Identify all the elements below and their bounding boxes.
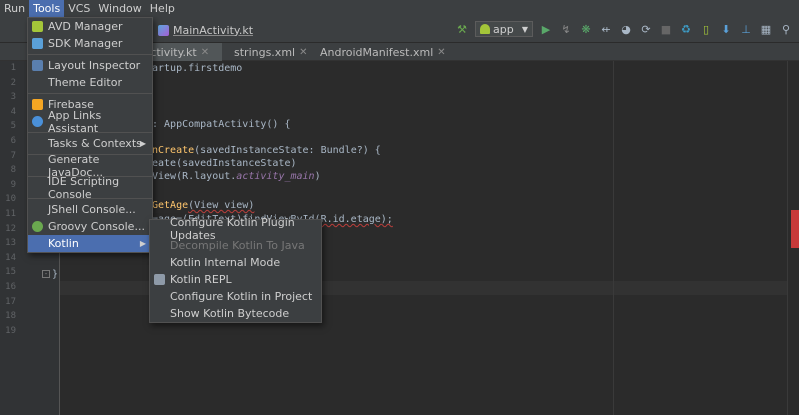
line-number: 13 <box>5 238 16 249</box>
menu-item-jshell-console[interactable]: JShell Console... <box>28 201 152 218</box>
tab-strings[interactable]: strings.xml ✕ <box>224 43 308 61</box>
tools-menu: AVD Manager SDK Manager Layout Inspector… <box>27 17 153 253</box>
menu-item-generate-javadoc[interactable]: Generate JavaDoc... <box>28 153 152 179</box>
sdk-manager-icon[interactable]: ⬇ <box>719 22 733 36</box>
menu-item-configure-kotlin-plugin-updates[interactable]: Configure Kotlin Plugin Updates <box>150 216 321 242</box>
tab-label: strings.xml <box>234 45 296 59</box>
profiler-icon[interactable]: ◕ <box>619 22 633 36</box>
menu-item-layout-inspector[interactable]: Layout Inspector <box>28 57 152 74</box>
sdk-icon <box>32 38 43 49</box>
line-number: 15 <box>5 267 16 278</box>
app-links-icon <box>32 116 43 127</box>
sync-gradle-icon[interactable]: ♻ <box>679 22 693 36</box>
error-stripe[interactable] <box>787 61 799 415</box>
toolbar-actions: ⚒ app ▼ ▶ ↯ ❋ ⇷ ◕ ⟳ ■ ♻ ▯ ⬇ ⊥ ▦ ⚲ <box>455 21 793 37</box>
fold-marker-icon[interactable]: - <box>42 270 50 278</box>
avd-manager-icon[interactable]: ▯ <box>699 22 713 36</box>
menu-vcs[interactable]: VCS <box>64 0 94 17</box>
close-icon[interactable]: ✕ <box>437 47 445 58</box>
tab-android-manifest[interactable]: AndroidManifest.xml ✕ <box>310 43 446 61</box>
code-line: View(R.layout.activity_main) <box>152 171 321 182</box>
code-line: } <box>52 269 59 280</box>
menu-separator <box>28 54 152 55</box>
menu-item-kotlin-internal-mode[interactable]: Kotlin Internal Mode <box>150 254 321 271</box>
line-number: 17 <box>5 296 16 307</box>
line-number: 2 <box>10 77 16 88</box>
kotlin-file-icon <box>158 24 169 36</box>
code-line: GetAge(View view) <box>152 200 255 211</box>
menu-item-theme-editor[interactable]: Theme Editor <box>28 74 152 91</box>
debug-icon[interactable]: ❋ <box>579 22 593 36</box>
menu-item-kotlin[interactable]: Kotlin ▶ <box>28 235 152 252</box>
firebase-icon <box>32 99 43 110</box>
line-number: 16 <box>5 282 16 292</box>
menu-run[interactable]: Run <box>0 0 29 17</box>
code-line: : AppCompatActivity() { <box>152 119 291 130</box>
menu-help[interactable]: Help <box>146 0 179 17</box>
repl-icon <box>154 274 165 285</box>
line-number: 1 <box>10 63 16 73</box>
line-number: 18 <box>5 311 16 322</box>
breadcrumb-file[interactable]: MainActivity.kt <box>173 24 253 37</box>
submenu-arrow-icon: ▶ <box>139 139 146 148</box>
line-number: 5 <box>10 121 16 132</box>
close-icon[interactable]: ✕ <box>201 47 209 58</box>
run-icon[interactable]: ▶ <box>539 22 553 36</box>
line-number: 12 <box>5 223 16 234</box>
groovy-icon <box>32 221 43 232</box>
line-number: 10 <box>5 194 16 205</box>
menu-item-configure-kotlin-in-project[interactable]: Configure Kotlin in Project <box>150 288 321 305</box>
avd-icon <box>32 21 43 32</box>
menu-tools[interactable]: Tools <box>29 0 65 17</box>
menu-item-app-links-assistant[interactable]: App Links Assistant <box>28 109 152 135</box>
line-number: 9 <box>10 179 16 190</box>
run-configuration-label: app <box>493 22 514 36</box>
layout-inspector-icon <box>32 60 43 71</box>
coverage-icon[interactable]: ⟳ <box>639 22 653 36</box>
chevron-down-icon: ▼ <box>521 24 528 34</box>
line-number: 3 <box>10 92 16 103</box>
kotlin-submenu: Configure Kotlin Plugin Updates Decompil… <box>149 216 322 323</box>
menu-item-decompile-kotlin-to-java: Decompile Kotlin To Java <box>170 239 305 252</box>
attach-debugger-icon[interactable]: ⇷ <box>599 22 613 36</box>
line-number: 6 <box>10 136 16 146</box>
menu-item-ide-scripting-console[interactable]: IDE Scripting Console <box>28 175 152 201</box>
menu-item-show-kotlin-bytecode[interactable]: Show Kotlin Bytecode <box>150 305 321 322</box>
menu-item-avd-manager[interactable]: AVD Manager <box>28 18 152 35</box>
menu-item-kotlin-repl[interactable]: Kotlin REPL <box>150 271 321 288</box>
search-icon[interactable]: ⚲ <box>779 22 793 36</box>
layout-inspector-icon[interactable]: ⊥ <box>739 22 753 36</box>
tab-label: AndroidManifest.xml <box>320 45 434 59</box>
run-configuration-select[interactable]: app ▼ <box>475 21 533 37</box>
close-icon[interactable]: ✕ <box>299 47 307 58</box>
menu-bar: Run Tools VCS Window Help <box>0 0 799 17</box>
build-hammer-icon[interactable]: ⚒ <box>455 22 469 36</box>
menu-window[interactable]: Window <box>94 0 145 17</box>
submenu-arrow-icon: ▶ <box>139 239 146 248</box>
code-line: nCreate(savedInstanceState: Bundle?) { <box>152 145 381 156</box>
error-marker[interactable] <box>791 210 799 248</box>
line-number: 19 <box>5 325 16 336</box>
line-number: 8 <box>10 165 16 176</box>
line-number: 4 <box>10 106 16 117</box>
menu-item-groovy-console[interactable]: Groovy Console... <box>28 218 152 235</box>
line-number: 7 <box>10 150 16 161</box>
menu-item-sdk-manager[interactable]: SDK Manager <box>28 35 152 52</box>
line-number: 11 <box>5 209 16 219</box>
android-icon <box>480 24 490 34</box>
menu-separator <box>28 93 152 94</box>
apply-changes-icon[interactable]: ↯ <box>559 22 573 36</box>
line-number: 14 <box>5 252 16 263</box>
stop-icon[interactable]: ■ <box>659 22 673 36</box>
code-line: artup.firstdemo <box>152 63 243 74</box>
breadcrumb[interactable]: MainActivity.kt <box>158 22 253 38</box>
code-line: eate(savedInstanceState) <box>152 158 297 169</box>
right-margin-guide <box>613 61 614 415</box>
project-structure-icon[interactable]: ▦ <box>759 22 773 36</box>
menu-item-tasks-contexts[interactable]: Tasks & Contexts ▶ <box>28 135 152 152</box>
